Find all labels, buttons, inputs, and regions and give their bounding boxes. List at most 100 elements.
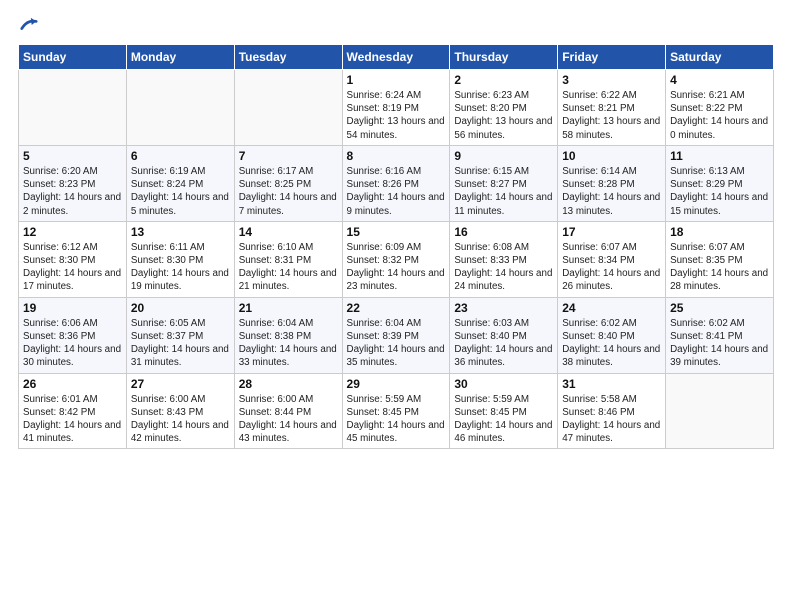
calendar-cell: 13Sunrise: 6:11 AMSunset: 8:30 PMDayligh…: [126, 221, 234, 297]
day-info: Sunrise: 6:20 AMSunset: 8:23 PMDaylight:…: [23, 165, 122, 218]
day-number: 19: [23, 301, 122, 315]
sunset-text: Sunset: 8:40 PM: [562, 331, 634, 342]
sunset-text: Sunset: 8:32 PM: [347, 255, 419, 266]
day-number: 31: [562, 377, 661, 391]
calendar-cell: 5 Sunrise: 6:20 AMSunset: 8:23 PMDaylight…: [19, 145, 127, 221]
day-number: 27: [131, 377, 230, 391]
daylight-text: Daylight: 14 hours and 15 minutes.: [670, 192, 768, 216]
sunset-text: Sunset: 8:43 PM: [131, 407, 203, 418]
daylight-text: Daylight: 14 hours and 41 minutes.: [23, 420, 121, 444]
daylight-text: Daylight: 14 hours and 38 minutes.: [562, 344, 660, 368]
calendar-week-row: 1Sunrise: 6:24 AMSunset: 8:19 PMDaylight…: [19, 70, 774, 146]
day-number: 8: [347, 149, 446, 163]
calendar-cell: 8Sunrise: 6:16 AMSunset: 8:26 PMDaylight…: [342, 145, 450, 221]
calendar-table: SundayMondayTuesdayWednesdayThursdayFrid…: [18, 44, 774, 449]
sunset-text: Sunset: 8:44 PM: [239, 407, 311, 418]
daylight-text: Daylight: 14 hours and 28 minutes.: [670, 268, 768, 292]
sunset-text: Sunset: 8:27 PM: [454, 179, 526, 190]
calendar-cell: 29Sunrise: 5:59 AMSunset: 8:45 PMDayligh…: [342, 373, 450, 449]
sunset-text: Sunset: 8:34 PM: [562, 255, 634, 266]
sunrise-text: Sunrise: 5:59 AM: [454, 394, 529, 405]
day-info: Sunrise: 6:24 AMSunset: 8:19 PMDaylight:…: [347, 89, 446, 142]
day-number: 12: [23, 225, 122, 239]
daylight-text: Daylight: 13 hours and 56 minutes.: [454, 116, 552, 140]
weekday-header-row: SundayMondayTuesdayWednesdayThursdayFrid…: [19, 45, 774, 70]
sunrise-text: Sunrise: 6:05 AM: [131, 318, 206, 329]
day-number: 9: [454, 149, 553, 163]
sunset-text: Sunset: 8:20 PM: [454, 103, 526, 114]
daylight-text: Daylight: 14 hours and 42 minutes.: [131, 420, 229, 444]
sunrise-text: Sunrise: 6:10 AM: [239, 242, 314, 253]
calendar-cell: [126, 70, 234, 146]
sunset-text: Sunset: 8:41 PM: [670, 331, 742, 342]
sunrise-text: Sunrise: 6:12 AM: [23, 242, 98, 253]
weekday-header-sunday: Sunday: [19, 45, 127, 70]
sunrise-text: Sunrise: 6:09 AM: [347, 242, 422, 253]
logo-icon: [20, 16, 38, 34]
sunrise-text: Sunrise: 6:24 AM: [347, 90, 422, 101]
day-number: 24: [562, 301, 661, 315]
day-number: 22: [347, 301, 446, 315]
calendar-cell: [19, 70, 127, 146]
calendar-cell: 18Sunrise: 6:07 AMSunset: 8:35 PMDayligh…: [666, 221, 774, 297]
sunrise-text: Sunrise: 5:59 AM: [347, 394, 422, 405]
day-number: 11: [670, 149, 769, 163]
weekday-header-monday: Monday: [126, 45, 234, 70]
sunrise-text: Sunrise: 6:04 AM: [239, 318, 314, 329]
day-number: 2: [454, 73, 553, 87]
daylight-text: Daylight: 14 hours and 21 minutes.: [239, 268, 337, 292]
calendar-cell: 2 Sunrise: 6:23 AM Sunset: 8:20 PM Daylight…: [450, 70, 558, 146]
calendar-cell: 27Sunrise: 6:00 AMSunset: 8:43 PMDayligh…: [126, 373, 234, 449]
day-info: Sunrise: 6:13 AMSunset: 8:29 PMDaylight:…: [670, 165, 769, 218]
sunset-text: Sunset: 8:45 PM: [454, 407, 526, 418]
day-info: Sunrise: 6:05 AMSunset: 8:37 PMDaylight:…: [131, 317, 230, 370]
calendar-cell: 25Sunrise: 6:02 AMSunset: 8:41 PMDayligh…: [666, 297, 774, 373]
day-number: 3: [562, 73, 661, 87]
day-info: Sunrise: 6:06 AMSunset: 8:36 PMDaylight:…: [23, 317, 122, 370]
daylight-text: Daylight: 14 hours and 0 minutes.: [670, 116, 768, 140]
sunset-text: Sunset: 8:35 PM: [670, 255, 742, 266]
calendar-cell: 21Sunrise: 6:04 AMSunset: 8:38 PMDayligh…: [234, 297, 342, 373]
sunrise-text: Sunrise: 5:58 AM: [562, 394, 637, 405]
sunrise-text: Sunrise: 6:07 AM: [562, 242, 637, 253]
day-info: Sunrise: 6:19 AMSunset: 8:24 PMDaylight:…: [131, 165, 230, 218]
day-info: Sunrise: 6:12 AMSunset: 8:30 PMDaylight:…: [23, 241, 122, 294]
day-info: Sunrise: 6:04 AMSunset: 8:39 PMDaylight:…: [347, 317, 446, 370]
calendar-cell: 10Sunrise: 6:14 AMSunset: 8:28 PMDayligh…: [558, 145, 666, 221]
sunset-text: Sunset: 8:36 PM: [23, 331, 95, 342]
calendar-week-row: 19 Sunrise: 6:06 AMSunset: 8:36 PMDayligh…: [19, 297, 774, 373]
calendar-cell: 3Sunrise: 6:22 AMSunset: 8:21 PMDaylight…: [558, 70, 666, 146]
day-info: Sunrise: 6:03 AMSunset: 8:40 PMDaylight:…: [454, 317, 553, 370]
sunrise-text: Sunrise: 6:02 AM: [670, 318, 745, 329]
day-info: Sunrise: 6:02 AMSunset: 8:41 PMDaylight:…: [670, 317, 769, 370]
day-number: 10: [562, 149, 661, 163]
day-info: Sunrise: 6:11 AMSunset: 8:30 PMDaylight:…: [131, 241, 230, 294]
day-info: Sunrise: 6:09 AMSunset: 8:32 PMDaylight:…: [347, 241, 446, 294]
sunset-text: Sunset: 8:38 PM: [239, 331, 311, 342]
day-number: 4: [670, 73, 769, 87]
day-info: Sunrise: 5:59 AMSunset: 8:45 PMDaylight:…: [454, 393, 553, 446]
daylight-text: Daylight: 14 hours and 45 minutes.: [347, 420, 445, 444]
daylight-text: Daylight: 14 hours and 13 minutes.: [562, 192, 660, 216]
daylight-text: Daylight: 14 hours and 7 minutes.: [239, 192, 337, 216]
daylight-text: Daylight: 14 hours and 36 minutes.: [454, 344, 552, 368]
day-number: 26: [23, 377, 122, 391]
sunset-text: Sunset: 8:30 PM: [23, 255, 95, 266]
weekday-header-wednesday: Wednesday: [342, 45, 450, 70]
sunset-text: Sunset: 8:46 PM: [562, 407, 634, 418]
calendar-cell: 28Sunrise: 6:00 AMSunset: 8:44 PMDayligh…: [234, 373, 342, 449]
day-number: 25: [670, 301, 769, 315]
day-number: 7: [239, 149, 338, 163]
calendar-week-row: 12 Sunrise: 6:12 AM Sunset: 8:30 PM Dayligh…: [19, 221, 774, 297]
weekday-header-tuesday: Tuesday: [234, 45, 342, 70]
daylight-text: Daylight: 14 hours and 33 minutes.: [239, 344, 337, 368]
sunset-text: Sunset: 8:30 PM: [131, 255, 203, 266]
sunrise-text: Sunrise: 6:23 AM: [454, 90, 529, 101]
day-info: Sunrise: 6:10 AMSunset: 8:31 PMDaylight:…: [239, 241, 338, 294]
day-info: Sunrise: 6:04 AM Sunset: 8:38 PM Daylight:…: [239, 317, 338, 370]
day-info: Sunrise: 5:58 AMSunset: 8:46 PMDaylight:…: [562, 393, 661, 446]
day-info: Sunrise: 6:17 AMSunset: 8:25 PMDaylight:…: [239, 165, 338, 218]
daylight-text: Daylight: 14 hours and 2 minutes.: [23, 192, 121, 216]
day-number: 5: [23, 149, 122, 163]
sunset-text: Sunset: 8:23 PM: [23, 179, 95, 190]
